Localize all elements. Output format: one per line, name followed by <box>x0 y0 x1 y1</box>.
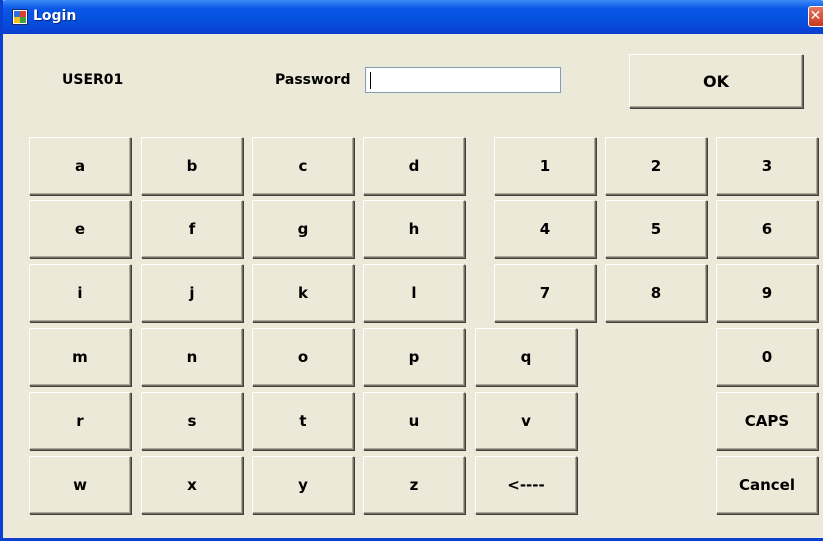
key-r[interactable]: r <box>29 392 131 450</box>
app-window-icon[interactable] <box>12 9 28 25</box>
key-4[interactable]: 4 <box>494 200 596 258</box>
ok-button[interactable]: OK <box>629 54 803 108</box>
key-q[interactable]: q <box>475 328 577 386</box>
key-7[interactable]: 7 <box>494 264 596 322</box>
key-6[interactable]: 6 <box>716 200 818 258</box>
key-w[interactable]: w <box>29 456 131 514</box>
key-v[interactable]: v <box>475 392 577 450</box>
caps-button[interactable]: CAPS <box>716 392 818 450</box>
key-j[interactable]: j <box>141 264 243 322</box>
key-a[interactable]: a <box>29 137 131 195</box>
key-o[interactable]: o <box>252 328 354 386</box>
key-1[interactable]: 1 <box>494 137 596 195</box>
key-b[interactable]: b <box>141 137 243 195</box>
key-2[interactable]: 2 <box>605 137 707 195</box>
key-s[interactable]: s <box>141 392 243 450</box>
key-u[interactable]: u <box>363 392 465 450</box>
key-3[interactable]: 3 <box>716 137 818 195</box>
key-d[interactable]: d <box>363 137 465 195</box>
key-l[interactable]: l <box>363 264 465 322</box>
key-y[interactable]: y <box>252 456 354 514</box>
user-label: USER01 <box>62 72 124 88</box>
key-g[interactable]: g <box>252 200 354 258</box>
backspace-button[interactable]: <---- <box>475 456 577 514</box>
key-f[interactable]: f <box>141 200 243 258</box>
key-t[interactable]: t <box>252 392 354 450</box>
cancel-button[interactable]: Cancel <box>716 456 818 514</box>
key-p[interactable]: p <box>363 328 465 386</box>
text-cursor <box>370 72 371 89</box>
key-h[interactable]: h <box>363 200 465 258</box>
key-i[interactable]: i <box>29 264 131 322</box>
title-bar[interactable]: Login ✕ <box>3 0 823 34</box>
key-m[interactable]: m <box>29 328 131 386</box>
key-e[interactable]: e <box>29 200 131 258</box>
key-c[interactable]: c <box>252 137 354 195</box>
key-0[interactable]: 0 <box>716 328 818 386</box>
key-k[interactable]: k <box>252 264 354 322</box>
window-title: Login <box>33 8 77 24</box>
key-9[interactable]: 9 <box>716 264 818 322</box>
key-n[interactable]: n <box>141 328 243 386</box>
key-x[interactable]: x <box>141 456 243 514</box>
key-8[interactable]: 8 <box>605 264 707 322</box>
close-icon[interactable]: ✕ <box>808 6 823 27</box>
login-window: Login ✕ USER01 Password OK a b c d e f g… <box>0 0 823 541</box>
password-input[interactable] <box>365 67 561 93</box>
password-label: Password <box>275 72 351 88</box>
key-5[interactable]: 5 <box>605 200 707 258</box>
key-z[interactable]: z <box>363 456 465 514</box>
